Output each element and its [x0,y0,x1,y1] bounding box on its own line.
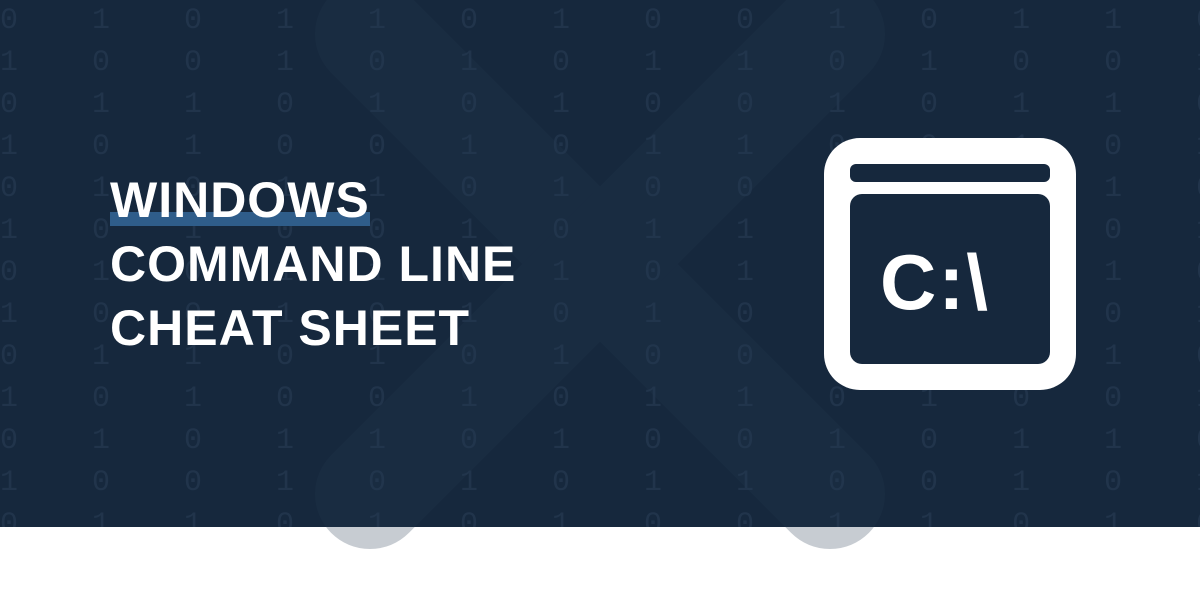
command-prompt-icon: C:\ [810,124,1090,404]
title-line-3: CHEAT SHEET [110,300,470,356]
title-line-2: COMMAND LINE [110,236,516,292]
hero-title: WINDOWS COMMAND LINE CHEAT SHEET [110,168,516,360]
command-prompt-label: C:\ [880,238,990,326]
hero-banner: 0 1 0 1 1 0 1 0 0 1 0 1 1 0 1 0 0 1 0 1 … [0,0,1200,527]
title-line-1: WINDOWS [110,172,370,228]
